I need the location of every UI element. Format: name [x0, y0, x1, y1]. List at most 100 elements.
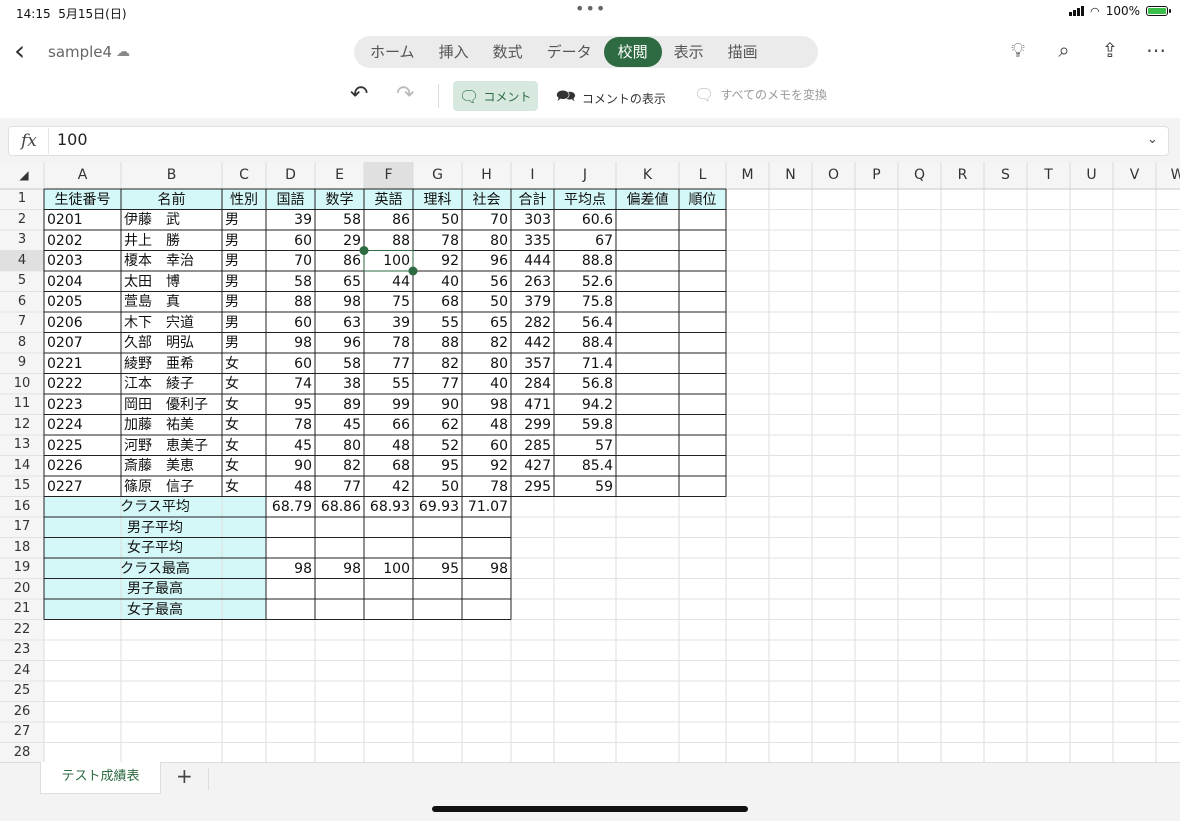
column-header-E[interactable]: E: [315, 162, 364, 189]
data-cell[interactable]: 52.6: [557, 272, 613, 292]
data-cell[interactable]: 77: [416, 374, 459, 394]
data-cell[interactable]: 96: [465, 251, 508, 271]
data-cell[interactable]: 78: [269, 415, 312, 435]
row-header-21[interactable]: 21: [0, 599, 44, 620]
summary-value[interactable]: [465, 579, 508, 599]
data-cell[interactable]: 女: [225, 354, 263, 374]
data-cell[interactable]: 0204: [47, 272, 118, 292]
data-cell[interactable]: 男: [225, 272, 263, 292]
data-cell[interactable]: 70: [269, 251, 312, 271]
data-cell[interactable]: 0202: [47, 231, 118, 251]
data-cell[interactable]: 285: [514, 436, 551, 456]
show-comments-button[interactable]: 🗪︎ コメントの表示: [556, 85, 666, 112]
column-header-T[interactable]: T: [1027, 162, 1070, 189]
summary-value[interactable]: 98: [269, 559, 312, 579]
expand-formula-chevron-icon[interactable]: ⌄: [1147, 132, 1158, 147]
summary-value[interactable]: [318, 518, 361, 538]
summary-value[interactable]: [269, 538, 312, 558]
summary-value[interactable]: [367, 538, 410, 558]
data-cell[interactable]: 80: [318, 436, 361, 456]
data-cell[interactable]: 85.4: [557, 456, 613, 476]
data-cell[interactable]: 99: [367, 395, 410, 415]
tab-4[interactable]: データ: [535, 37, 604, 67]
data-cell[interactable]: 67: [557, 231, 613, 251]
add-sheet-button[interactable]: +: [176, 764, 193, 788]
header-cell[interactable]: 偏差値: [619, 190, 676, 210]
data-cell[interactable]: 60: [269, 231, 312, 251]
data-cell[interactable]: 74: [269, 374, 312, 394]
data-cell[interactable]: 29: [318, 231, 361, 251]
data-cell[interactable]: 加藤 祐美: [124, 415, 219, 435]
convert-notes-button[interactable]: 🗨︎ すべてのメモを変換: [694, 85, 827, 104]
data-cell[interactable]: 木下 宍道: [124, 313, 219, 333]
data-cell[interactable]: 0203: [47, 251, 118, 271]
tab-6[interactable]: 表示: [662, 37, 716, 67]
data-cell[interactable]: 44: [367, 272, 410, 292]
data-cell[interactable]: 71.4: [557, 354, 613, 374]
header-cell[interactable]: 順位: [682, 190, 723, 210]
cloud-sync-icon[interactable]: ☁: [116, 44, 130, 60]
summary-value[interactable]: 68.86: [318, 497, 361, 517]
data-cell[interactable]: 0205: [47, 292, 118, 312]
data-cell[interactable]: 88.4: [557, 333, 613, 353]
summary-value[interactable]: [367, 600, 410, 620]
data-cell[interactable]: 98: [465, 395, 508, 415]
data-cell[interactable]: 55: [367, 374, 410, 394]
data-cell[interactable]: 60: [465, 436, 508, 456]
data-cell[interactable]: 58: [269, 272, 312, 292]
data-cell[interactable]: 86: [367, 210, 410, 230]
column-header-D[interactable]: D: [266, 162, 315, 189]
data-cell[interactable]: 久部 明弘: [124, 333, 219, 353]
summary-label[interactable]: 男子平均: [47, 518, 263, 538]
data-cell[interactable]: 263: [514, 272, 551, 292]
formula-bar[interactable]: [8, 126, 1169, 156]
data-cell[interactable]: 岡田 優利子: [124, 395, 219, 415]
data-cell[interactable]: 45: [269, 436, 312, 456]
data-cell[interactable]: 榎本 幸治: [124, 251, 219, 271]
data-cell[interactable]: 94.2: [557, 395, 613, 415]
data-cell[interactable]: 90: [269, 456, 312, 476]
data-cell[interactable]: 78: [465, 477, 508, 497]
data-cell[interactable]: 男: [225, 292, 263, 312]
row-header-12[interactable]: 12: [0, 415, 44, 436]
row-header-11[interactable]: 11: [0, 394, 44, 415]
data-cell[interactable]: 男: [225, 333, 263, 353]
data-cell[interactable]: 0207: [47, 333, 118, 353]
data-cell[interactable]: 335: [514, 231, 551, 251]
more-icon[interactable]: ⋯: [1144, 38, 1168, 62]
data-cell[interactable]: 284: [514, 374, 551, 394]
formula-input[interactable]: 100: [57, 130, 88, 149]
header-cell[interactable]: 数学: [318, 190, 361, 210]
data-cell[interactable]: 75.8: [557, 292, 613, 312]
summary-value[interactable]: [416, 518, 459, 538]
column-header-G[interactable]: G: [413, 162, 462, 189]
data-cell[interactable]: 59.8: [557, 415, 613, 435]
column-header-L[interactable]: L: [679, 162, 726, 189]
summary-value[interactable]: [318, 600, 361, 620]
summary-value[interactable]: [416, 579, 459, 599]
data-cell[interactable]: 江本 綾子: [124, 374, 219, 394]
data-cell[interactable]: 女: [225, 477, 263, 497]
data-cell[interactable]: 伊藤 武: [124, 210, 219, 230]
data-cell[interactable]: 444: [514, 251, 551, 271]
data-cell[interactable]: 50: [416, 210, 459, 230]
data-cell[interactable]: 40: [465, 374, 508, 394]
data-cell[interactable]: 88.8: [557, 251, 613, 271]
data-cell[interactable]: 357: [514, 354, 551, 374]
summary-value[interactable]: 98: [465, 559, 508, 579]
header-cell[interactable]: 性別: [225, 190, 263, 210]
header-cell[interactable]: 国語: [269, 190, 312, 210]
data-cell[interactable]: 82: [318, 456, 361, 476]
data-cell[interactable]: 40: [416, 272, 459, 292]
undo-icon[interactable]: ↶: [350, 82, 368, 107]
share-icon[interactable]: ⇪: [1098, 38, 1122, 62]
row-header-28[interactable]: 28: [0, 743, 44, 763]
data-cell[interactable]: 42: [367, 477, 410, 497]
row-header-4[interactable]: 4: [0, 251, 44, 272]
data-cell[interactable]: 86: [318, 251, 361, 271]
column-header-H[interactable]: H: [462, 162, 511, 189]
header-cell[interactable]: 社会: [465, 190, 508, 210]
column-header-S[interactable]: S: [984, 162, 1027, 189]
data-cell[interactable]: 62: [416, 415, 459, 435]
data-cell[interactable]: 男: [225, 210, 263, 230]
